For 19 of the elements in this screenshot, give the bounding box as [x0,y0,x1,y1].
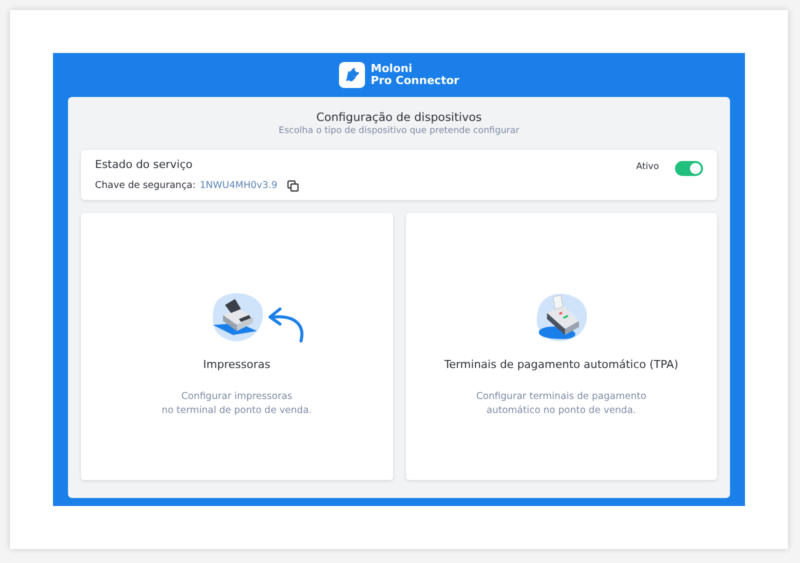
device-description: automático no ponto de venda. [486,404,636,418]
device-description: Configurar terminais de pagamento [476,390,646,404]
service-title: Estado do serviço [95,157,194,174]
copy-icon[interactable] [287,180,300,192]
key-value: 1NWU4MH0v3.9 [200,178,278,193]
device-description: Configurar impressoras [181,390,292,404]
logo-title: Moloni [370,63,414,75]
panel-title: Configuração de dispositivos [316,109,482,125]
device-title: Impressoras [203,357,270,373]
device-card[interactable]: Terminais de pagamento automático (TPA) Configurar terminais de pagamento automático no ponto de venda. [406,213,717,480]
logo-subtitle: Pro Connector [370,75,460,87]
device-card[interactable]: Impressoras Configurar impressoras no terminal de ponto de venda. [81,213,392,480]
device-description: no terminal de ponto de venda. [162,404,312,418]
plug-logo-icon [338,62,365,88]
status-label: Ativo [636,161,659,174]
panel-subtitle: Escolha o tipo de dispositivo que pretende configurar [278,125,520,138]
service-toggle[interactable] [675,160,703,176]
key-label: Chave de segurança: [95,178,196,193]
device-title: Terminais de pagamento automático (TPA) [444,357,678,373]
